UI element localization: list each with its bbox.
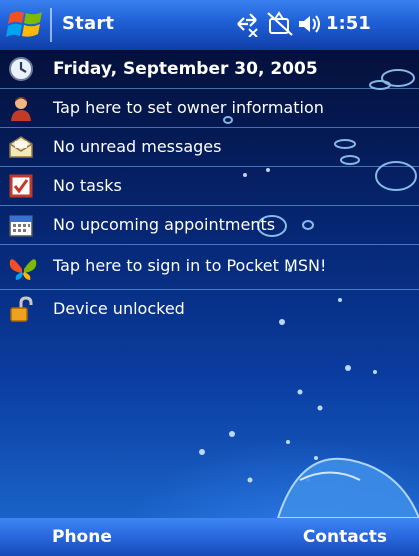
- today-lock-row[interactable]: Device unlocked: [0, 290, 419, 328]
- softkey-bar: Phone Contacts: [0, 518, 419, 556]
- phone-softkey[interactable]: Phone: [52, 527, 112, 547]
- calendar-icon: [8, 212, 34, 238]
- today-date-row[interactable]: Friday, September 30, 2005: [0, 50, 419, 89]
- tasks-label: No tasks: [53, 176, 122, 195]
- volume-icon[interactable]: [296, 11, 322, 41]
- today-appointments-row[interactable]: No upcoming appointments: [0, 206, 419, 245]
- today-screen: Friday, September 30, 2005 Tap here to s…: [0, 50, 419, 518]
- phone-off-icon[interactable]: [266, 11, 294, 41]
- msn-label: Tap here to sign in to Pocket MSN!: [53, 256, 327, 275]
- title-bar: Start 1:51: [0, 0, 419, 50]
- contacts-softkey[interactable]: Contacts: [303, 527, 387, 547]
- clock-time[interactable]: 1:51: [326, 13, 371, 34]
- title-separator: [50, 8, 52, 42]
- today-msn-row[interactable]: Tap here to sign in to Pocket MSN!: [0, 245, 419, 290]
- messages-label: No unread messages: [53, 137, 222, 156]
- clock-icon: [8, 56, 34, 82]
- connectivity-icon[interactable]: [234, 11, 260, 41]
- tasks-checkbox-icon: [8, 173, 34, 199]
- envelope-icon: [8, 134, 34, 160]
- today-messages-row[interactable]: No unread messages: [0, 128, 419, 167]
- owner-label: Tap here to set owner information: [53, 98, 324, 117]
- today-owner-row[interactable]: Tap here to set owner information: [0, 89, 419, 128]
- windows-flag-icon[interactable]: [6, 6, 46, 44]
- owner-person-icon: [8, 95, 34, 121]
- lock-label: Device unlocked: [53, 299, 185, 318]
- padlock-unlocked-icon: [8, 296, 34, 322]
- appointments-label: No upcoming appointments: [53, 215, 276, 234]
- start-menu-title[interactable]: Start: [62, 13, 114, 34]
- msn-butterfly-icon: [8, 253, 37, 280]
- date-label: Friday, September 30, 2005: [53, 59, 318, 79]
- today-tasks-row[interactable]: No tasks: [0, 167, 419, 206]
